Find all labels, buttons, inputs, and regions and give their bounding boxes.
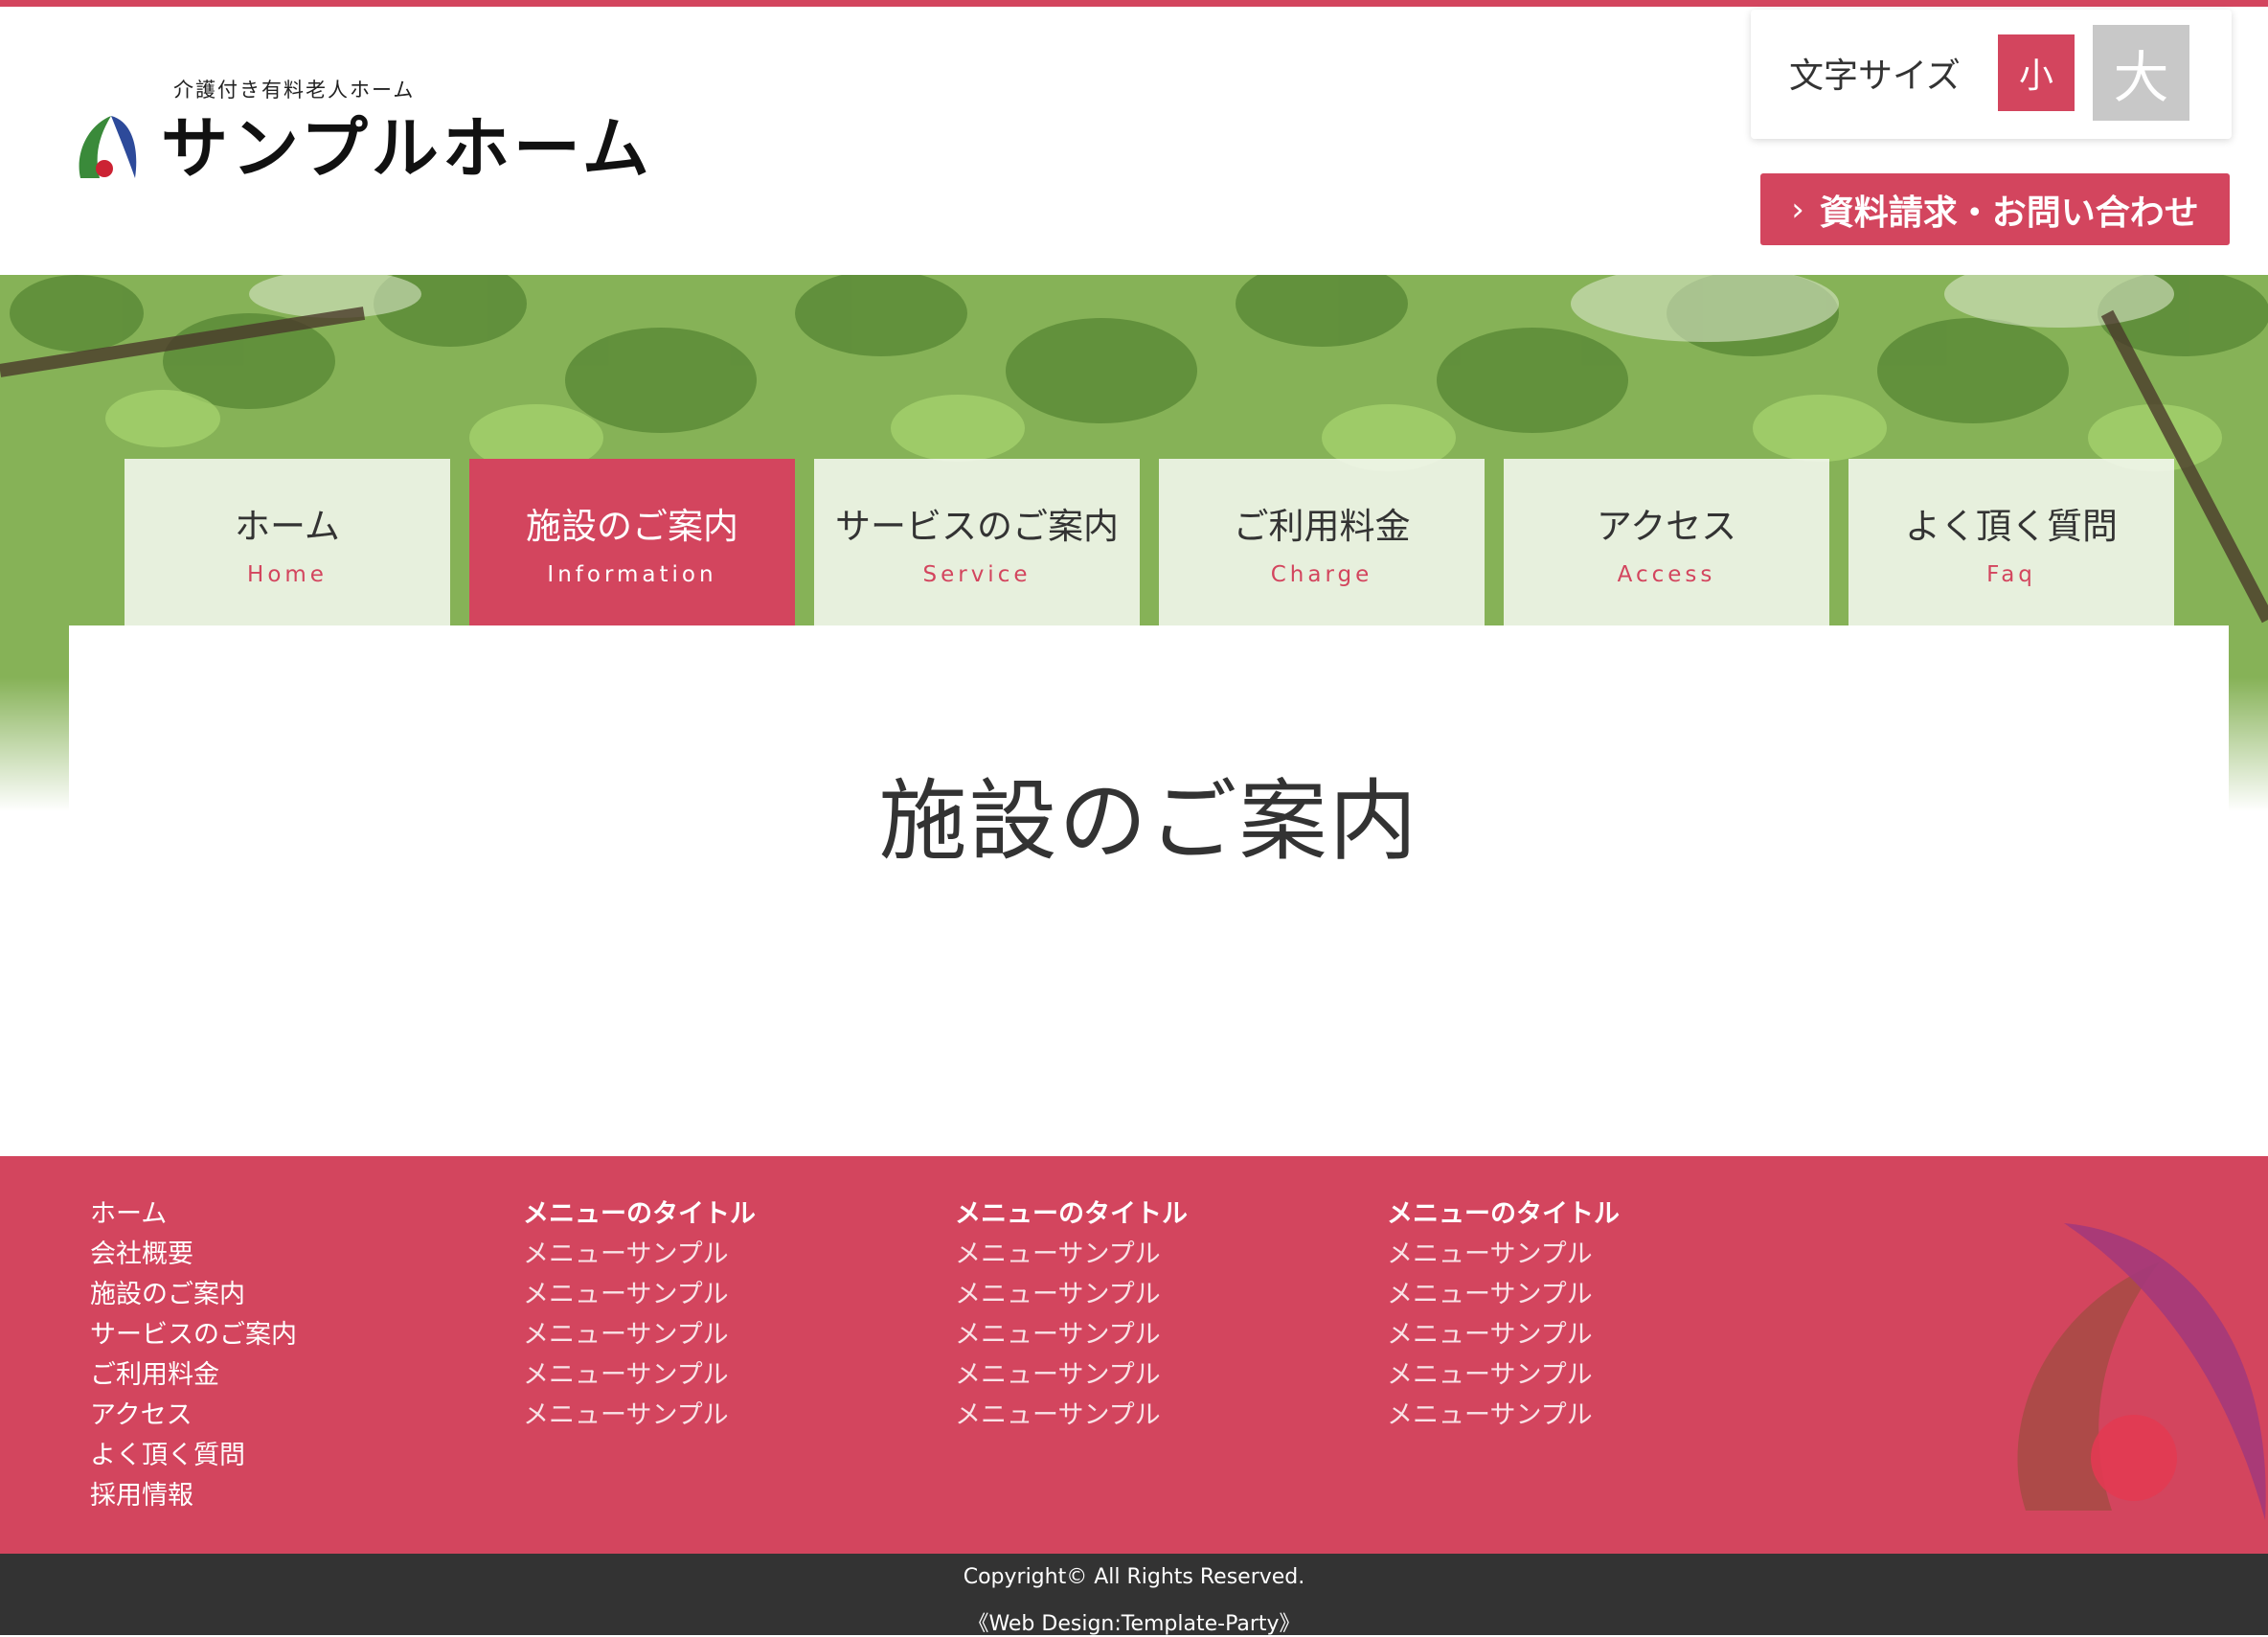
footer-link[interactable]: 採用情報 xyxy=(90,1476,297,1516)
font-size-label: 文字サイズ xyxy=(1789,57,1961,96)
footer-link[interactable]: メニューサンプル xyxy=(955,1315,1188,1355)
footer-link[interactable]: メニューサンプル xyxy=(1387,1235,1620,1275)
nav-item-sublabel: Home xyxy=(247,562,328,587)
footer-link[interactable]: ホーム xyxy=(90,1194,297,1235)
font-large-button[interactable]: 大 xyxy=(2093,25,2189,121)
footer-link[interactable]: メニューサンプル xyxy=(523,1275,756,1315)
footer-col-title: メニューのタイトル xyxy=(523,1199,756,1229)
page-title: 施設のご案内 xyxy=(878,770,1419,873)
nav-item-label: ご利用料金 xyxy=(1233,506,1411,547)
nav-item-label: ホーム xyxy=(235,506,340,547)
copyright-text: Copyright© All Rights Reserved. xyxy=(963,1565,1305,1589)
nav-item-faq[interactable]: よく頂く質問 Faq xyxy=(1848,459,2174,625)
footer-link[interactable]: メニューサンプル xyxy=(523,1355,756,1396)
global-nav: ホーム Home 施設のご案内 Information サービスのご案内 Ser… xyxy=(125,459,2176,643)
font-size-switcher: 文字サイズ 小 大 xyxy=(1751,10,2232,139)
nav-item-home[interactable]: ホーム Home xyxy=(125,459,450,625)
footer-link[interactable]: メニューサンプル xyxy=(955,1235,1188,1275)
nav-item-information[interactable]: 施設のご案内 Information xyxy=(469,459,795,643)
nav-item-label: 施設のご案内 xyxy=(526,506,738,547)
nav-item-sublabel: Information xyxy=(547,562,717,587)
footer-link[interactable]: サービスのご案内 xyxy=(90,1315,297,1355)
footer-link[interactable]: メニューサンプル xyxy=(955,1275,1188,1315)
nav-item-access[interactable]: アクセス Access xyxy=(1504,459,1829,625)
chevron-right-icon: › xyxy=(1791,190,1804,229)
nav-item-sublabel: Access xyxy=(1617,562,1716,587)
footer-link[interactable]: メニューサンプル xyxy=(955,1396,1188,1436)
logo-subtitle: 介護付き有料老人ホーム xyxy=(173,79,416,102)
site-logo[interactable]: 介護付き有料老人ホーム サンプルホーム xyxy=(73,75,667,199)
footer-link[interactable]: メニューサンプル xyxy=(523,1396,756,1436)
nav-item-label: サービスのご案内 xyxy=(835,506,1119,547)
footer-link[interactable]: メニューサンプル xyxy=(1387,1355,1620,1396)
nav-item-sublabel: Faq xyxy=(1986,562,2036,587)
font-small-button[interactable]: 小 xyxy=(1998,34,2075,111)
footer-link[interactable]: メニューサンプル xyxy=(523,1315,756,1355)
footer-link[interactable]: よく頂く質問 xyxy=(90,1436,297,1476)
nav-item-label: アクセス xyxy=(1596,506,1737,547)
footer-col-2: メニューのタイトル メニューサンプル メニューサンプル メニューサンプル メニュ… xyxy=(523,1194,756,1436)
footer-link[interactable]: メニューサンプル xyxy=(1387,1275,1620,1315)
main-content: 施設のご案内 xyxy=(69,625,2229,1157)
footer-col-4: メニューのタイトル メニューサンプル メニューサンプル メニューサンプル メニュ… xyxy=(1387,1194,1620,1436)
top-accent-bar xyxy=(0,0,2268,7)
logo-mark-icon xyxy=(79,116,137,178)
nav-item-label: よく頂く質問 xyxy=(1905,506,2118,547)
footer-link[interactable]: メニューサンプル xyxy=(1387,1396,1620,1436)
logo-title: サンプルホーム xyxy=(161,109,653,188)
footer-link[interactable]: メニューサンプル xyxy=(1387,1315,1620,1355)
footer-link[interactable]: メニューサンプル xyxy=(955,1355,1188,1396)
footer-link[interactable]: 施設のご案内 xyxy=(90,1275,297,1315)
footer-link[interactable]: ご利用料金 xyxy=(90,1355,297,1396)
design-credit-link[interactable]: 《Web Design:Template-Party》 xyxy=(0,1606,2268,1637)
footer: ホーム 会社概要 施設のご案内 サービスのご案内 ご利用料金 アクセス よく頂く… xyxy=(0,1156,2268,1554)
footer-col-title: メニューのタイトル xyxy=(1387,1199,1620,1229)
footer-col-main: ホーム 会社概要 施設のご案内 サービスのご案内 ご利用料金 アクセス よく頂く… xyxy=(90,1194,297,1516)
nav-item-sublabel: Charge xyxy=(1270,562,1373,587)
contact-button[interactable]: › 資料請求・お問い合わせ xyxy=(1760,173,2230,245)
nav-item-service[interactable]: サービスのご案内 Service xyxy=(814,459,1140,625)
footer-col-title: メニューのタイトル xyxy=(955,1199,1188,1229)
nav-item-sublabel: Service xyxy=(922,562,1032,587)
contact-button-label: 資料請求・お問い合わせ xyxy=(1819,193,2199,233)
nav-item-charge[interactable]: ご利用料金 Charge xyxy=(1159,459,1485,625)
copyright-bar: Copyright© All Rights Reserved. 《Web Des… xyxy=(0,1554,2268,1637)
footer-logo-mark-icon xyxy=(2017,1223,2266,1520)
footer-link[interactable]: 会社概要 xyxy=(90,1235,297,1275)
footer-link[interactable]: メニューサンプル xyxy=(523,1235,756,1275)
footer-col-3: メニューのタイトル メニューサンプル メニューサンプル メニューサンプル メニュ… xyxy=(955,1194,1188,1436)
footer-link[interactable]: アクセス xyxy=(90,1396,297,1436)
